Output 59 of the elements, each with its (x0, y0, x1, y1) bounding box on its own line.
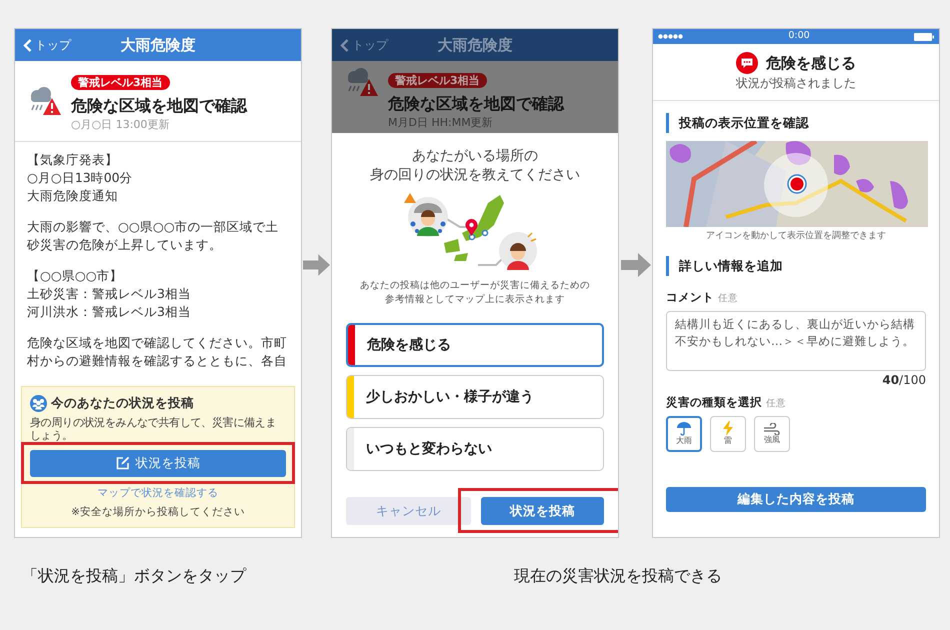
field-label: 災害の種類を選択 (666, 394, 762, 408)
body-text: 大雨危険度通知 (27, 187, 119, 205)
back-button[interactable]: トップ (15, 36, 79, 54)
disaster-type-option[interactable]: 大雨 (666, 416, 702, 452)
body-text: 大雨の影響で、○○県○○市の一部区域で土砂災害の危険が上昇しています。 (27, 218, 280, 254)
alert-headline: 危険な区域を地図で確認 (71, 94, 247, 117)
back-chevron-icon (340, 38, 349, 52)
optional-tag: 任意 (718, 292, 738, 304)
body-text: 危険な区域を地図で確認してください。市町村からの避難情報を確認するとともに、各自 (27, 334, 288, 370)
posted-status-title: 危険を感じる (766, 52, 856, 74)
lightning-icon (722, 421, 734, 436)
body-text: 河川洪水：警戒レベル3相当 (27, 303, 192, 321)
body-text: 土砂災害：警戒レベル3相当 (27, 285, 192, 303)
disaster-type-option[interactable]: 強風 (754, 416, 790, 452)
screen-title: 大雨危険度 (120, 34, 196, 56)
body-text: 【○○県○○市】 (27, 267, 124, 285)
status-option[interactable]: 危険を感じる (346, 323, 604, 367)
card-description: 身の周りの状況をみんなで共有して、災害に備えましょう。 (30, 416, 278, 442)
people-icon (30, 394, 47, 412)
battery-icon (914, 32, 934, 40)
post-status-button[interactable]: 状況を投稿 (481, 497, 604, 525)
safety-note: ※安全な場所から投稿してください (70, 505, 246, 520)
caption: 「状況を投稿」ボタンをタップ (22, 566, 246, 585)
card-title: 今のあなたの状況を投稿 (51, 394, 194, 412)
body-text: 【気象庁発表】 (27, 151, 119, 169)
optional-tag: 任意 (766, 398, 786, 408)
comment-field[interactable]: 結構川も近くにあるし、裏山が近いから結構不安かもしれない…＞＜早めに避難しよう。 (666, 310, 926, 370)
post-status-button[interactable]: 状況を投稿 (30, 450, 286, 476)
question-text: あなたがいる場所の (411, 147, 539, 166)
section-heading: 詳しい情報を追加 (666, 256, 926, 276)
back-chevron-icon (23, 38, 32, 52)
chat-icon (736, 52, 758, 74)
update-time: M月D日 HH:MM更新 (388, 115, 494, 131)
alert-level-badge: 警戒レベル3相当 (71, 74, 170, 90)
status-option[interactable]: いつもと変わらない (346, 427, 604, 471)
alert-headline: 危険な区域を地図で確認 (388, 93, 564, 115)
signal-icon (658, 34, 684, 39)
edit-icon (116, 456, 130, 470)
status-time: 0:00 (788, 29, 810, 44)
alert-level-badge: 警戒レベル3相当 (388, 73, 487, 88)
notice-text: あなたの投稿は他のユーザーが災害に備えるための (359, 279, 591, 293)
posted-status-subtitle: 状況が投稿されました (736, 75, 856, 92)
map-hint: アイコンを動かして表示位置を調整できます (705, 230, 887, 243)
caption: 現在の災害状況を投稿できる (514, 565, 722, 587)
umbrella-icon (676, 421, 692, 436)
flow-arrow (303, 253, 330, 277)
screen-title: 大雨危険度 (438, 34, 512, 56)
section-heading: 投稿の表示位置を確認 (666, 113, 926, 133)
notice-text: 参考情報としてマップ上に表示されます (384, 293, 566, 307)
wind-icon (763, 422, 781, 434)
update-time: ○月○日 13:00更新 (71, 116, 170, 133)
status-option[interactable]: 少しおかしい・様子が違う (346, 375, 604, 419)
question-text: 身の回りの状況を教えてください (369, 166, 581, 185)
submit-edit-button[interactable]: 編集した内容を投稿 (666, 487, 926, 512)
flow-arrow (620, 253, 650, 277)
disaster-type-option[interactable]: 雷 (710, 416, 746, 452)
body-text: ○月○日13時00分 (27, 169, 134, 187)
character-counter: 40/100 (881, 372, 926, 388)
field-label: コメント (666, 290, 714, 304)
